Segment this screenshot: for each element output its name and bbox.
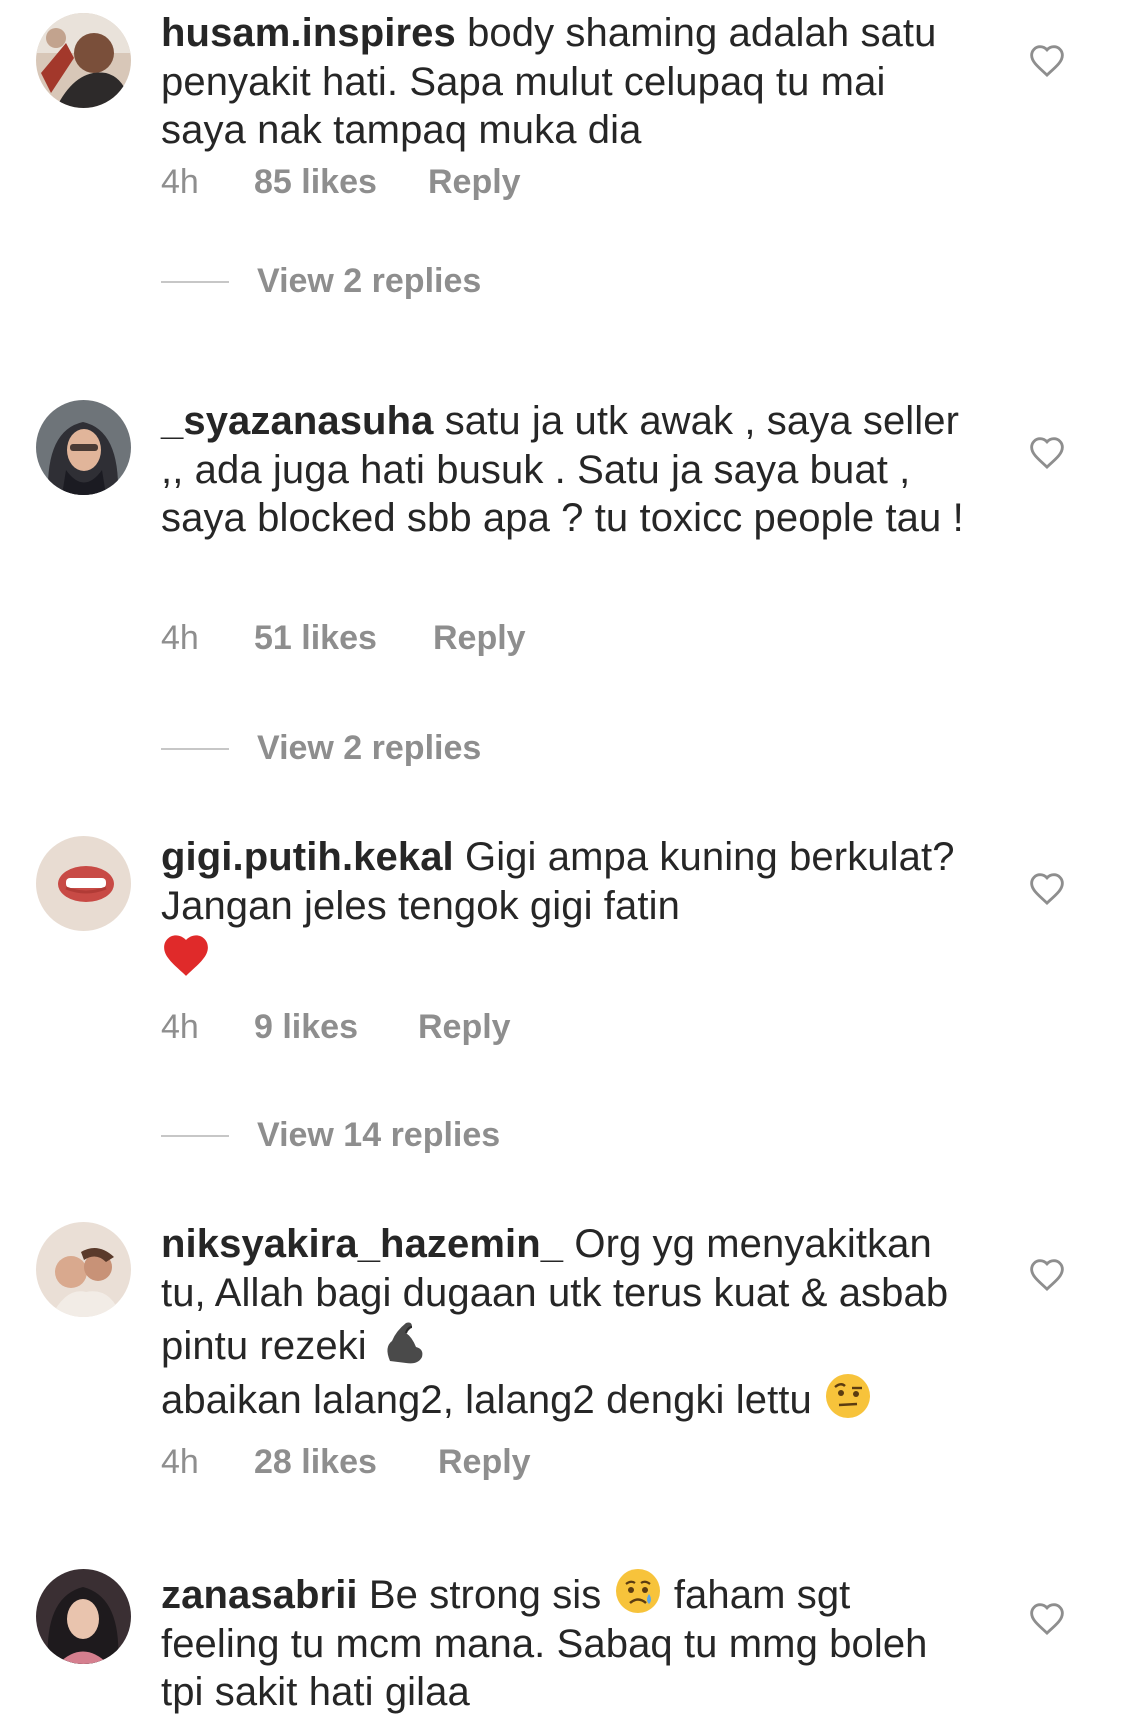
comment-time: 4h (161, 619, 199, 657)
comment-username[interactable]: _syazanasuha (161, 399, 433, 443)
comment-likes[interactable]: 85 likes (254, 160, 377, 204)
view-replies-label[interactable]: View 2 replies (257, 726, 481, 770)
comment-time: 4h (161, 1008, 199, 1046)
avatar[interactable] (36, 400, 131, 495)
reply-button[interactable]: Reply (438, 1440, 531, 1484)
comment-text: Be strong sis (368, 1573, 602, 1617)
raised-eyebrow-emoji: 🤨 (823, 1371, 873, 1421)
comment-likes[interactable]: 28 likes (254, 1440, 377, 1484)
like-heart-icon[interactable] (1028, 434, 1066, 470)
like-heart-icon[interactable] (1028, 870, 1066, 906)
comment-likes[interactable]: 9 likes (254, 1005, 358, 1049)
comment-time: 4h (161, 163, 199, 201)
comment-username[interactable]: gigi.putih.kekal (161, 835, 454, 879)
avatar[interactable] (36, 1569, 131, 1664)
divider-line (161, 281, 229, 283)
red-heart-emoji: ❤️ (161, 930, 211, 980)
flexed-biceps-emoji: 💪 (378, 1317, 428, 1367)
comment-username[interactable]: zanasabrii (161, 1573, 358, 1617)
comment-username[interactable]: niksyakira_hazemin_ (161, 1222, 563, 1266)
comment-text: abaikan lalang2, lalang2 dengki lettu (161, 1377, 812, 1422)
comment-username[interactable]: husam.inspires (161, 11, 456, 55)
avatar[interactable] (36, 1222, 131, 1317)
divider-line (161, 1135, 229, 1137)
comment-time: 4h (161, 1443, 199, 1481)
like-heart-icon[interactable] (1028, 42, 1066, 78)
avatar[interactable] (36, 13, 131, 108)
divider-line (161, 748, 229, 750)
avatar[interactable] (36, 836, 131, 931)
view-replies-label[interactable]: View 2 replies (257, 259, 481, 303)
like-heart-icon[interactable] (1028, 1256, 1066, 1292)
like-heart-icon[interactable] (1028, 1600, 1066, 1636)
comment-likes[interactable]: 51 likes (254, 616, 377, 660)
view-replies-label[interactable]: View 14 replies (257, 1113, 500, 1157)
reply-button[interactable]: Reply (418, 1005, 511, 1049)
reply-button[interactable]: Reply (428, 160, 521, 204)
reply-button[interactable]: Reply (433, 616, 526, 660)
crying-face-emoji: 😢 (613, 1566, 663, 1616)
